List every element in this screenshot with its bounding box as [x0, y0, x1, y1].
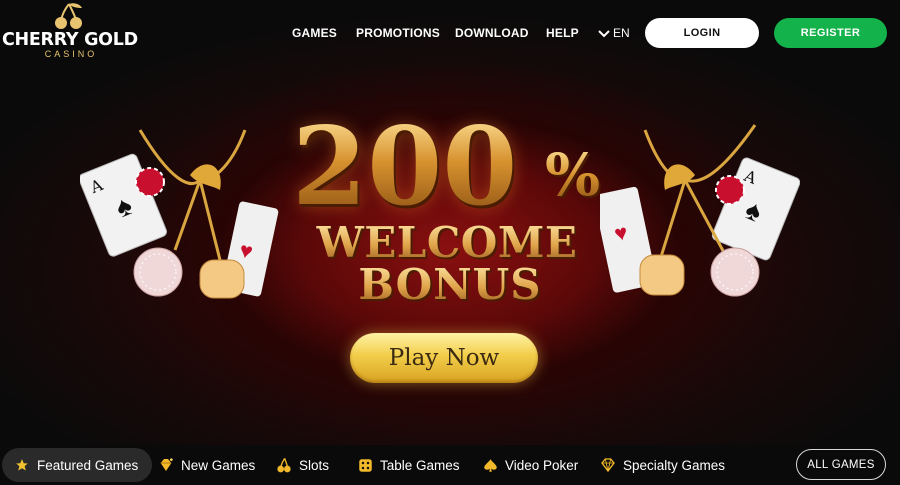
chevron-down-icon	[598, 30, 610, 38]
dice-icon	[357, 457, 373, 473]
cards-cherries-left-illustration: A ♠ ♥	[80, 129, 279, 299]
category-video-poker[interactable]: Video Poker	[482, 448, 578, 482]
language-label: EN	[613, 26, 630, 40]
category-label: Featured Games	[37, 457, 139, 473]
bonus-text: BONUS	[340, 262, 560, 308]
all-games-button[interactable]: ALL GAMES	[796, 449, 886, 480]
nav-help[interactable]: HELP	[546, 26, 579, 40]
logo-subtext: CASINO	[44, 49, 98, 59]
category-table-games[interactable]: Table Games	[357, 448, 460, 482]
play-now-button[interactable]: Play Now	[350, 333, 538, 383]
game-category-bar: Featured Games New Games Slots Table Gam…	[0, 445, 900, 485]
language-selector[interactable]: EN	[598, 26, 630, 40]
logo-text: CHERRY GOLD	[2, 30, 138, 50]
star-icon	[14, 457, 30, 473]
nav-games[interactable]: GAMES	[292, 26, 337, 40]
bonus-amount: 200	[292, 112, 582, 222]
category-slots[interactable]: Slots	[276, 448, 329, 482]
category-label: Specialty Games	[623, 457, 726, 473]
nav-download[interactable]: DOWNLOAD	[455, 26, 529, 40]
cards-cherries-right-illustration: A ♠ ♥	[600, 124, 800, 297]
diamond-icon	[600, 457, 616, 473]
cherries-logo-icon	[55, 3, 82, 29]
cherries-icon	[276, 457, 292, 473]
cherry-gold-logo[interactable]: CHERRY GOLD CASINO	[0, 2, 142, 62]
spade-icon	[482, 457, 498, 473]
gem-sparkle-icon	[158, 457, 174, 473]
category-label: Video Poker	[505, 457, 579, 473]
category-label: Table Games	[380, 457, 460, 473]
category-specialty-games[interactable]: Specialty Games	[600, 448, 725, 482]
nav-promotions[interactable]: PROMOTIONS	[356, 26, 440, 40]
category-featured-games[interactable]: Featured Games	[2, 448, 153, 482]
category-label: Slots	[299, 457, 330, 473]
category-new-games[interactable]: New Games	[158, 448, 255, 482]
site-header: CHERRY GOLD CASINO GAMES PROMOTIONS DOWN…	[0, 0, 900, 66]
bonus-percent-sign: %	[545, 141, 601, 209]
login-button[interactable]: LOGIN	[645, 18, 759, 48]
category-label: New Games	[181, 457, 256, 473]
register-button[interactable]: REGISTER	[774, 18, 887, 48]
